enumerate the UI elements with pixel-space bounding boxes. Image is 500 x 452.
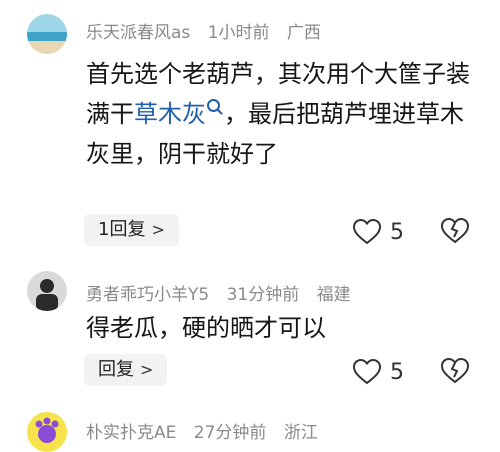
comment-meta: 朴实扑克AE 27分钟前 浙江 bbox=[86, 418, 330, 443]
comment-text: 得老瓜，硬的晒才可以 bbox=[86, 314, 326, 342]
comment-meta: 乐天派春风as 1小时前 广西 bbox=[86, 18, 333, 43]
dislike-button[interactable] bbox=[440, 356, 470, 386]
avatar-image bbox=[27, 271, 67, 311]
location: 福建 bbox=[316, 285, 351, 305]
timestamp: 1小时前 bbox=[207, 23, 270, 43]
heart-outline-icon bbox=[352, 358, 382, 385]
timestamp: 31分钟前 bbox=[226, 285, 300, 305]
like-button[interactable]: 5 bbox=[352, 218, 404, 246]
reply-label: 回复 bbox=[98, 359, 134, 380]
timestamp: 27分钟前 bbox=[193, 423, 267, 443]
reply-button[interactable]: 1回复 > bbox=[84, 214, 179, 246]
broken-heart-icon bbox=[440, 357, 470, 384]
like-button[interactable]: 5 bbox=[352, 358, 404, 386]
like-count: 5 bbox=[390, 359, 404, 385]
avatar-image bbox=[27, 14, 67, 54]
dislike-button[interactable] bbox=[440, 216, 470, 246]
avatar[interactable] bbox=[27, 14, 67, 54]
username[interactable]: 朴实扑克AE bbox=[86, 423, 176, 443]
comment-text: 首先选个老葫芦，其次用个大筐子装满干草木灰 ，最后把葫芦埋进草木灰里，阴干就好了 bbox=[86, 54, 471, 174]
location: 浙江 bbox=[283, 423, 318, 443]
like-count: 5 bbox=[390, 219, 404, 245]
chevron-right-icon: > bbox=[151, 220, 165, 239]
location: 广西 bbox=[286, 23, 321, 43]
username[interactable]: 勇者乖巧小羊Y5 bbox=[86, 285, 209, 305]
broken-heart-icon bbox=[440, 217, 470, 244]
reply-label: 1回复 bbox=[98, 219, 146, 240]
heart-outline-icon bbox=[352, 218, 382, 245]
comment-meta: 勇者乖巧小羊Y5 31分钟前 福建 bbox=[86, 280, 363, 305]
username[interactable]: 乐天派春风as bbox=[86, 23, 190, 43]
chevron-right-icon: > bbox=[140, 360, 154, 379]
avatar-image bbox=[27, 412, 67, 452]
reply-button[interactable]: 回复 > bbox=[84, 354, 168, 386]
keyword-link[interactable]: 草木灰 bbox=[134, 100, 206, 128]
avatar[interactable] bbox=[27, 271, 67, 311]
avatar[interactable] bbox=[27, 412, 67, 452]
search-icon[interactable] bbox=[207, 99, 220, 112]
